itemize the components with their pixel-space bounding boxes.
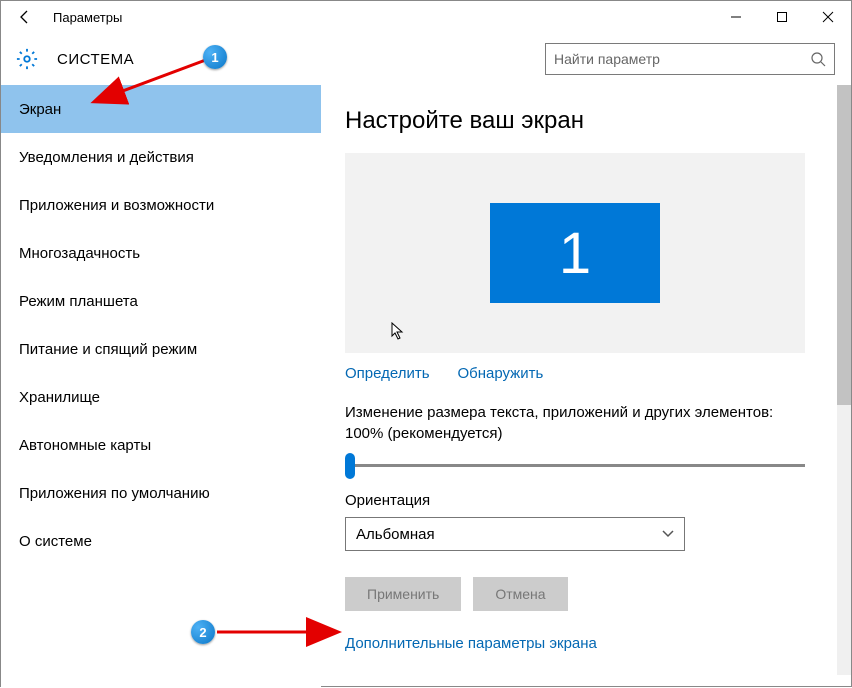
detect-link[interactable]: Обнаружить bbox=[457, 365, 543, 382]
sidebar-item-default-apps[interactable]: Приложения по умолчанию bbox=[1, 469, 321, 517]
maximize-button[interactable] bbox=[759, 1, 805, 33]
sidebar-item-apps[interactable]: Приложения и возможности bbox=[1, 181, 321, 229]
search-input[interactable] bbox=[554, 51, 810, 67]
main-panel: Настройте ваш экран 1 Определить Обнаруж… bbox=[321, 85, 851, 688]
sidebar-item-label: Хранилище bbox=[19, 389, 100, 406]
scale-slider-wrapper bbox=[345, 454, 805, 470]
window-title: Параметры bbox=[49, 10, 122, 25]
scale-label: Изменение размера текста, приложений и д… bbox=[345, 402, 815, 444]
minimize-button[interactable] bbox=[713, 1, 759, 33]
sidebar-item-power[interactable]: Питание и спящий режим bbox=[1, 325, 321, 373]
monitor-tile[interactable]: 1 bbox=[490, 203, 660, 303]
sidebar-item-display[interactable]: Экран bbox=[1, 85, 321, 133]
apply-button: Применить bbox=[345, 577, 461, 611]
sidebar-item-label: Уведомления и действия bbox=[19, 149, 194, 166]
display-actions: Определить Обнаружить bbox=[345, 365, 823, 382]
section-header: СИСТЕМА bbox=[1, 33, 851, 85]
button-row: Применить Отмена bbox=[345, 577, 823, 611]
orientation-label: Ориентация bbox=[345, 492, 823, 509]
sidebar-item-tablet[interactable]: Режим планшета bbox=[1, 277, 321, 325]
sidebar-item-multitasking[interactable]: Многозадачность bbox=[1, 229, 321, 277]
search-input-wrapper[interactable] bbox=[545, 43, 835, 75]
chevron-down-icon bbox=[662, 527, 674, 541]
sidebar-item-label: Режим планшета bbox=[19, 293, 138, 310]
sidebar-item-label: Многозадачность bbox=[19, 245, 140, 262]
sidebar: Экран Уведомления и действия Приложения … bbox=[1, 85, 321, 688]
sidebar-item-offline-maps[interactable]: Автономные карты bbox=[1, 421, 321, 469]
section-title: СИСТЕМА bbox=[57, 51, 134, 68]
sidebar-item-label: Приложения и возможности bbox=[19, 197, 214, 214]
sidebar-item-storage[interactable]: Хранилище bbox=[1, 373, 321, 421]
sidebar-item-label: Приложения по умолчанию bbox=[19, 485, 210, 502]
back-button[interactable] bbox=[1, 1, 49, 33]
cursor-icon bbox=[391, 322, 405, 345]
sidebar-item-notifications[interactable]: Уведомления и действия bbox=[1, 133, 321, 181]
vertical-scrollbar[interactable] bbox=[837, 85, 851, 675]
gear-icon bbox=[15, 47, 39, 71]
window-titlebar: Параметры bbox=[1, 1, 851, 33]
cancel-button: Отмена bbox=[473, 577, 567, 611]
search-icon bbox=[810, 51, 826, 67]
sidebar-item-label: Питание и спящий режим bbox=[19, 341, 197, 358]
scrollbar-thumb[interactable] bbox=[837, 85, 851, 405]
sidebar-item-about[interactable]: О системе bbox=[1, 517, 321, 565]
identify-link[interactable]: Определить bbox=[345, 365, 430, 382]
sidebar-item-label: Автономные карты bbox=[19, 437, 151, 454]
close-button[interactable] bbox=[805, 1, 851, 33]
scale-slider[interactable] bbox=[345, 464, 805, 467]
monitor-number: 1 bbox=[559, 220, 591, 287]
content-area: Экран Уведомления и действия Приложения … bbox=[1, 85, 851, 688]
display-preview[interactable]: 1 bbox=[345, 153, 805, 353]
sidebar-item-label: О системе bbox=[19, 533, 92, 550]
orientation-value: Альбомная bbox=[356, 526, 435, 543]
orientation-select[interactable]: Альбомная bbox=[345, 517, 685, 551]
page-title: Настройте ваш экран bbox=[345, 107, 823, 135]
sidebar-item-label: Экран bbox=[19, 101, 61, 118]
advanced-display-link[interactable]: Дополнительные параметры экрана bbox=[345, 635, 597, 652]
